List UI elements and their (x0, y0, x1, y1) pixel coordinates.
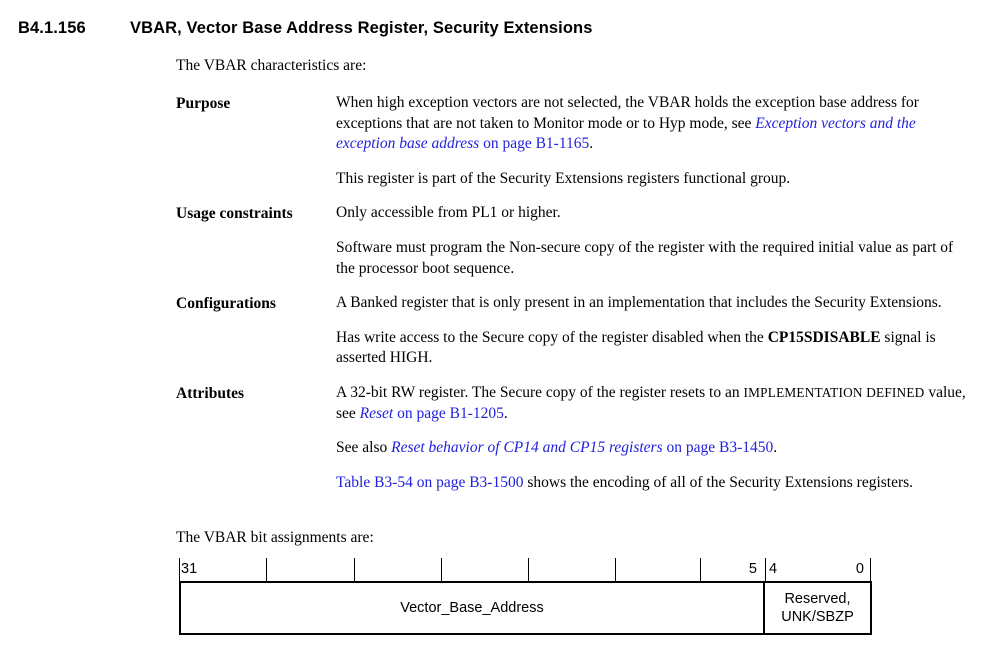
bit-field-label: Reserved, UNK/SBZP (781, 591, 854, 625)
cross-reference-link[interactable]: Table B3-54 on page B3-1500 (336, 474, 523, 491)
characteristics-intro-text: The VBAR characteristics are: (176, 57, 367, 74)
cross-reference-link[interactable]: on page B1-1165 (479, 135, 589, 152)
description-paragraph: See also Reset behavior of CP14 and CP15… (336, 438, 966, 459)
description-paragraph: Has write access to the Secure copy of t… (336, 328, 966, 369)
text-span: shows the encoding of all of the Securit… (523, 473, 914, 491)
vbar-bit-assignment-diagram: 31 5 4 0 Vector_Base_Address Reserved, UNK/SB… (179, 558, 872, 635)
text-span: Software must program the Non-secure cop… (336, 238, 954, 277)
characteristic-row: Usage constraints Only accessible from PL… (176, 203, 966, 279)
text-span: See also (336, 439, 392, 457)
description-paragraph: Table B3-54 on page B3-1500 shows the en… (336, 473, 966, 494)
description-paragraph: A 32-bit RW register. The Secure copy of… (336, 383, 966, 424)
text-span: . (589, 135, 594, 153)
description-paragraph: A Banked register that is only present i… (336, 293, 966, 314)
characteristics-table: Purpose When high exception vectors are n… (176, 93, 966, 507)
section-title: VBAR, Vector Base Address Register, Secu… (130, 19, 593, 37)
description-paragraph: Only accessible from PL1 or higher. (336, 203, 966, 224)
characteristic-description: A Banked register that is only present i… (336, 293, 966, 369)
description-paragraph: When high exception vectors are not sele… (336, 93, 966, 155)
characteristic-row: Attributes A 32-bit RW register. The Secu… (176, 383, 966, 493)
bit-ruler: 31 5 4 0 (179, 558, 872, 583)
text-span: Has write access to the Secure copy of t… (336, 328, 768, 346)
characteristic-term: Attributes (176, 384, 245, 402)
text-span: Only accessible from PL1 or higher. (336, 204, 561, 222)
cross-reference-link[interactable]: Reset behavior of CP14 and CP15 register… (391, 439, 663, 456)
text-span: This register is part of the Security Ex… (336, 169, 791, 187)
bit-ruler-tick (870, 558, 871, 583)
text-span: . (503, 404, 508, 422)
text-span: CP15SDISABLE (767, 328, 881, 346)
cross-reference-link[interactable]: on page B3-1450 (663, 439, 774, 456)
text-span: IMPLEMENTATION DEFINED (743, 384, 925, 400)
characteristic-term: Configurations (176, 295, 276, 313)
text-span: A 32-bit RW register. The Secure copy of… (336, 383, 744, 401)
characteristic-description: Only accessible from PL1 or higher. Softw… (336, 203, 966, 279)
section-number: B4.1.156 (18, 19, 86, 37)
characteristic-description: When high exception vectors are not sele… (336, 93, 966, 189)
page-title: B4.1.156 VBAR, Vector Base Address Regist… (18, 19, 958, 38)
text-span: . (773, 439, 778, 457)
cross-reference-link[interactable]: on page B1-1205 (393, 405, 504, 422)
characteristic-term: Usage constraints (176, 205, 293, 223)
bit-field-label: Vector_Base_Address (400, 600, 544, 616)
text-span: A Banked register that is only present i… (336, 294, 942, 312)
bit-assignments-intro-text: The VBAR bit assignments are: (176, 529, 374, 546)
bit-field-row: Vector_Base_Address Reserved, UNK/SBZP (179, 583, 872, 635)
description-paragraph: This register is part of the Security Ex… (336, 169, 966, 190)
characteristic-row: Configurations A Banked register that is … (176, 293, 966, 369)
bit-field-cell: Reserved, UNK/SBZP (765, 583, 870, 633)
characteristic-row: Purpose When high exception vectors are n… (176, 93, 966, 189)
bit-field-cell: Vector_Base_Address (181, 583, 765, 633)
bit-number-label: 0 (855, 561, 864, 577)
description-paragraph: Software must program the Non-secure cop… (336, 238, 966, 279)
cross-reference-link[interactable]: Reset (360, 405, 394, 422)
characteristic-description: A 32-bit RW register. The Secure copy of… (336, 383, 966, 493)
characteristic-term: Purpose (176, 95, 231, 112)
